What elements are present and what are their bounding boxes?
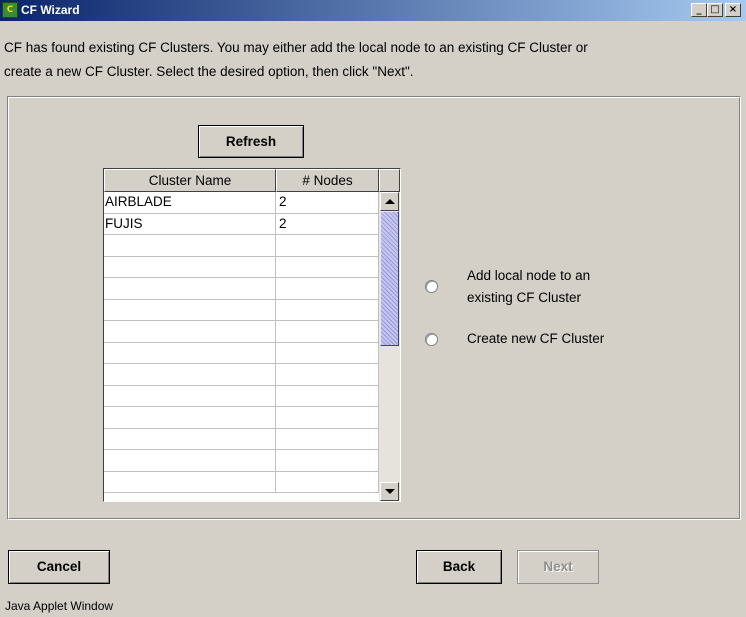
cell-cluster-name: [104, 450, 276, 472]
cell-cluster-name: [104, 256, 276, 278]
table-row[interactable]: FUJIS 2: [104, 213, 379, 235]
cell-node-count: [276, 235, 379, 257]
table-row[interactable]: [104, 278, 379, 300]
cancel-button[interactable]: Cancel: [8, 550, 110, 584]
cell-node-count: [276, 342, 379, 364]
cf-app-icon: C: [2, 2, 18, 18]
back-button[interactable]: Back: [416, 550, 502, 584]
header-corner: [379, 169, 400, 192]
cell-node-count: 2: [276, 213, 379, 235]
cell-node-count: [276, 385, 379, 407]
instructions-line-2: create a new CF Cluster. Select the desi…: [4, 64, 414, 79]
minimize-icon[interactable]: _: [691, 3, 707, 17]
maximize-icon[interactable]: □: [707, 3, 723, 17]
cell-node-count: [276, 471, 379, 493]
table-row[interactable]: [104, 471, 379, 493]
table-row[interactable]: [104, 256, 379, 278]
table-row[interactable]: [104, 407, 379, 429]
cell-node-count: [276, 364, 379, 386]
instructions-line-1: CF has found existing CF Clusters. You m…: [4, 40, 588, 55]
window-title: CF Wizard: [21, 3, 80, 17]
cell-cluster-name: [104, 407, 276, 429]
table-row[interactable]: AIRBLADE 2: [104, 192, 379, 214]
arrow-up-icon: [385, 199, 395, 204]
cell-node-count: [276, 428, 379, 450]
instructions: CF has found existing CF Clusters. You m…: [4, 36, 744, 84]
cell-node-count: [276, 321, 379, 343]
add-local-node-radio[interactable]: [425, 280, 438, 293]
add-local-node-label-line-1: Add local node to an: [467, 268, 591, 283]
cell-cluster-name: [104, 471, 276, 493]
cell-node-count: [276, 450, 379, 472]
table-scrollbar[interactable]: [379, 192, 400, 501]
refresh-button[interactable]: Refresh: [198, 125, 304, 158]
table-row[interactable]: [104, 364, 379, 386]
cell-cluster-name: [104, 342, 276, 364]
cluster-table: Cluster Name # Nodes AIRBLADE 2 FUJIS 2: [103, 168, 401, 502]
add-local-node-label[interactable]: Add local node to an existing CF Cluster: [467, 265, 667, 309]
cell-cluster-name: [104, 428, 276, 450]
table-header: Cluster Name # Nodes: [104, 169, 400, 192]
cell-cluster-name: [104, 299, 276, 321]
create-new-cluster-label[interactable]: Create new CF Cluster: [467, 328, 604, 350]
table-row[interactable]: [104, 299, 379, 321]
cell-cluster-name: [104, 385, 276, 407]
table-row[interactable]: [104, 235, 379, 257]
close-icon[interactable]: ×: [725, 3, 741, 17]
create-new-cluster-radio[interactable]: [425, 333, 438, 346]
column-header-cluster-name[interactable]: Cluster Name: [104, 169, 276, 192]
cell-node-count: [276, 299, 379, 321]
table-row[interactable]: [104, 385, 379, 407]
scrollbar-thumb[interactable]: [380, 211, 399, 346]
cell-cluster-name: AIRBLADE: [104, 192, 276, 214]
cell-node-count: 2: [276, 192, 379, 214]
table-row[interactable]: [104, 450, 379, 472]
cell-cluster-name: [104, 364, 276, 386]
cell-node-count: [276, 256, 379, 278]
table-rows: AIRBLADE 2 FUJIS 2: [104, 192, 379, 493]
scroll-up-button[interactable]: [380, 192, 399, 211]
cell-node-count: [276, 407, 379, 429]
add-local-node-label-line-2: existing CF Cluster: [467, 290, 582, 305]
column-header-nodes[interactable]: # Nodes: [276, 169, 379, 192]
title-bar: C CF Wizard _ □ ×: [0, 0, 746, 21]
cell-cluster-name: [104, 321, 276, 343]
scroll-down-button[interactable]: [380, 482, 399, 501]
cell-cluster-name: [104, 278, 276, 300]
table-row[interactable]: [104, 321, 379, 343]
table-row[interactable]: [104, 428, 379, 450]
arrow-down-icon: [385, 489, 395, 494]
status-bar: Java Applet Window: [0, 596, 746, 617]
cell-cluster-name: FUJIS: [104, 213, 276, 235]
table-row[interactable]: [104, 342, 379, 364]
cell-cluster-name: [104, 235, 276, 257]
next-button[interactable]: Next: [517, 550, 599, 584]
cell-node-count: [276, 278, 379, 300]
